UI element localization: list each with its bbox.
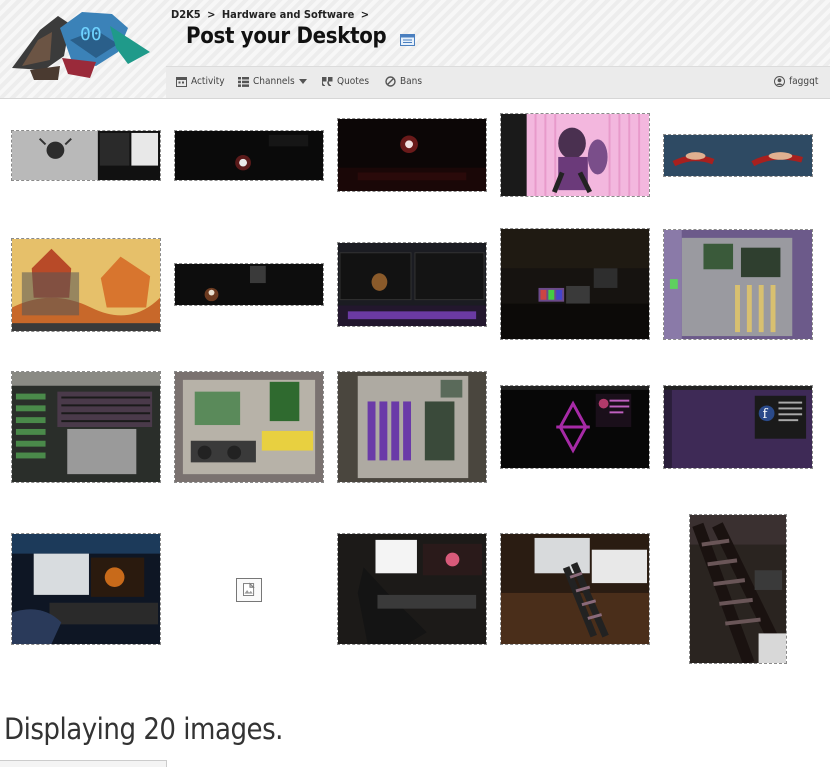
breadcrumb: D2K5 > Hardware and Software > xyxy=(171,8,372,21)
image-thumbnail[interactable] xyxy=(174,371,324,483)
gallery-status: Displaying 20 images. xyxy=(4,712,283,746)
svg-text:00: 00 xyxy=(80,24,102,45)
nav-activity[interactable]: Activity xyxy=(176,76,225,87)
nav-bans[interactable]: Bans xyxy=(385,76,422,87)
image-thumbnail[interactable] xyxy=(500,533,650,645)
caret-down-icon xyxy=(298,79,307,84)
image-thumbnail[interactable] xyxy=(689,514,787,664)
username: faggqt xyxy=(789,76,819,87)
image-thumbnail[interactable] xyxy=(337,118,487,192)
nav-activity-label: Activity xyxy=(191,76,225,87)
image-thumbnail[interactable] xyxy=(337,242,487,327)
image-thumbnail[interactable] xyxy=(11,130,161,181)
breadcrumb-item-hardware-software[interactable]: Hardware and Software xyxy=(222,8,354,21)
image-thumbnail[interactable] xyxy=(337,533,487,645)
page-title: Post your Desktop xyxy=(186,24,387,49)
image-thumbnail[interactable] xyxy=(174,130,324,181)
breadcrumb-separator: > xyxy=(360,8,370,21)
title-row: Post your Desktop xyxy=(186,24,416,49)
image-thumbnail[interactable] xyxy=(500,385,650,469)
nav-quotes-label: Quotes xyxy=(337,76,370,87)
user-menu[interactable]: faggqt xyxy=(774,76,818,87)
image-thumbnail[interactable] xyxy=(174,263,324,306)
nav-bans-label: Bans xyxy=(400,76,423,87)
image-thumbnail[interactable] xyxy=(663,229,813,340)
image-thumbnail[interactable] xyxy=(500,228,650,340)
nav-quotes[interactable]: Quotes xyxy=(322,76,369,87)
breadcrumb-separator: > xyxy=(207,8,216,21)
user-icon xyxy=(774,76,785,87)
image-thumbnail[interactable]: f xyxy=(663,385,813,469)
gallery-view-icon[interactable] xyxy=(400,31,416,46)
breadcrumb-item-d2k5[interactable]: D2K5 xyxy=(171,8,201,21)
image-thumbnail[interactable] xyxy=(337,371,487,483)
image-thumbnail[interactable] xyxy=(663,134,813,177)
quote-icon xyxy=(322,77,333,86)
image-thumbnail[interactable] xyxy=(500,113,650,197)
ban-icon xyxy=(385,76,396,87)
calendar-icon xyxy=(176,77,187,87)
nav-channels-label: Channels xyxy=(253,76,295,87)
nav-channels[interactable]: Channels xyxy=(238,76,311,87)
image-thumbnail[interactable] xyxy=(11,371,161,483)
site-logo[interactable]: 00 xyxy=(0,0,166,98)
broken-image-placeholder[interactable] xyxy=(236,578,262,602)
image-thumbnail[interactable] xyxy=(11,533,161,645)
image-thumbnail[interactable] xyxy=(11,238,161,332)
site-header: 00 D2K5 > Hardware and Software > Post y… xyxy=(0,0,830,99)
list-icon xyxy=(238,76,249,87)
nav-bar: Activity Channels Quotes Bans faggqt xyxy=(166,66,830,98)
